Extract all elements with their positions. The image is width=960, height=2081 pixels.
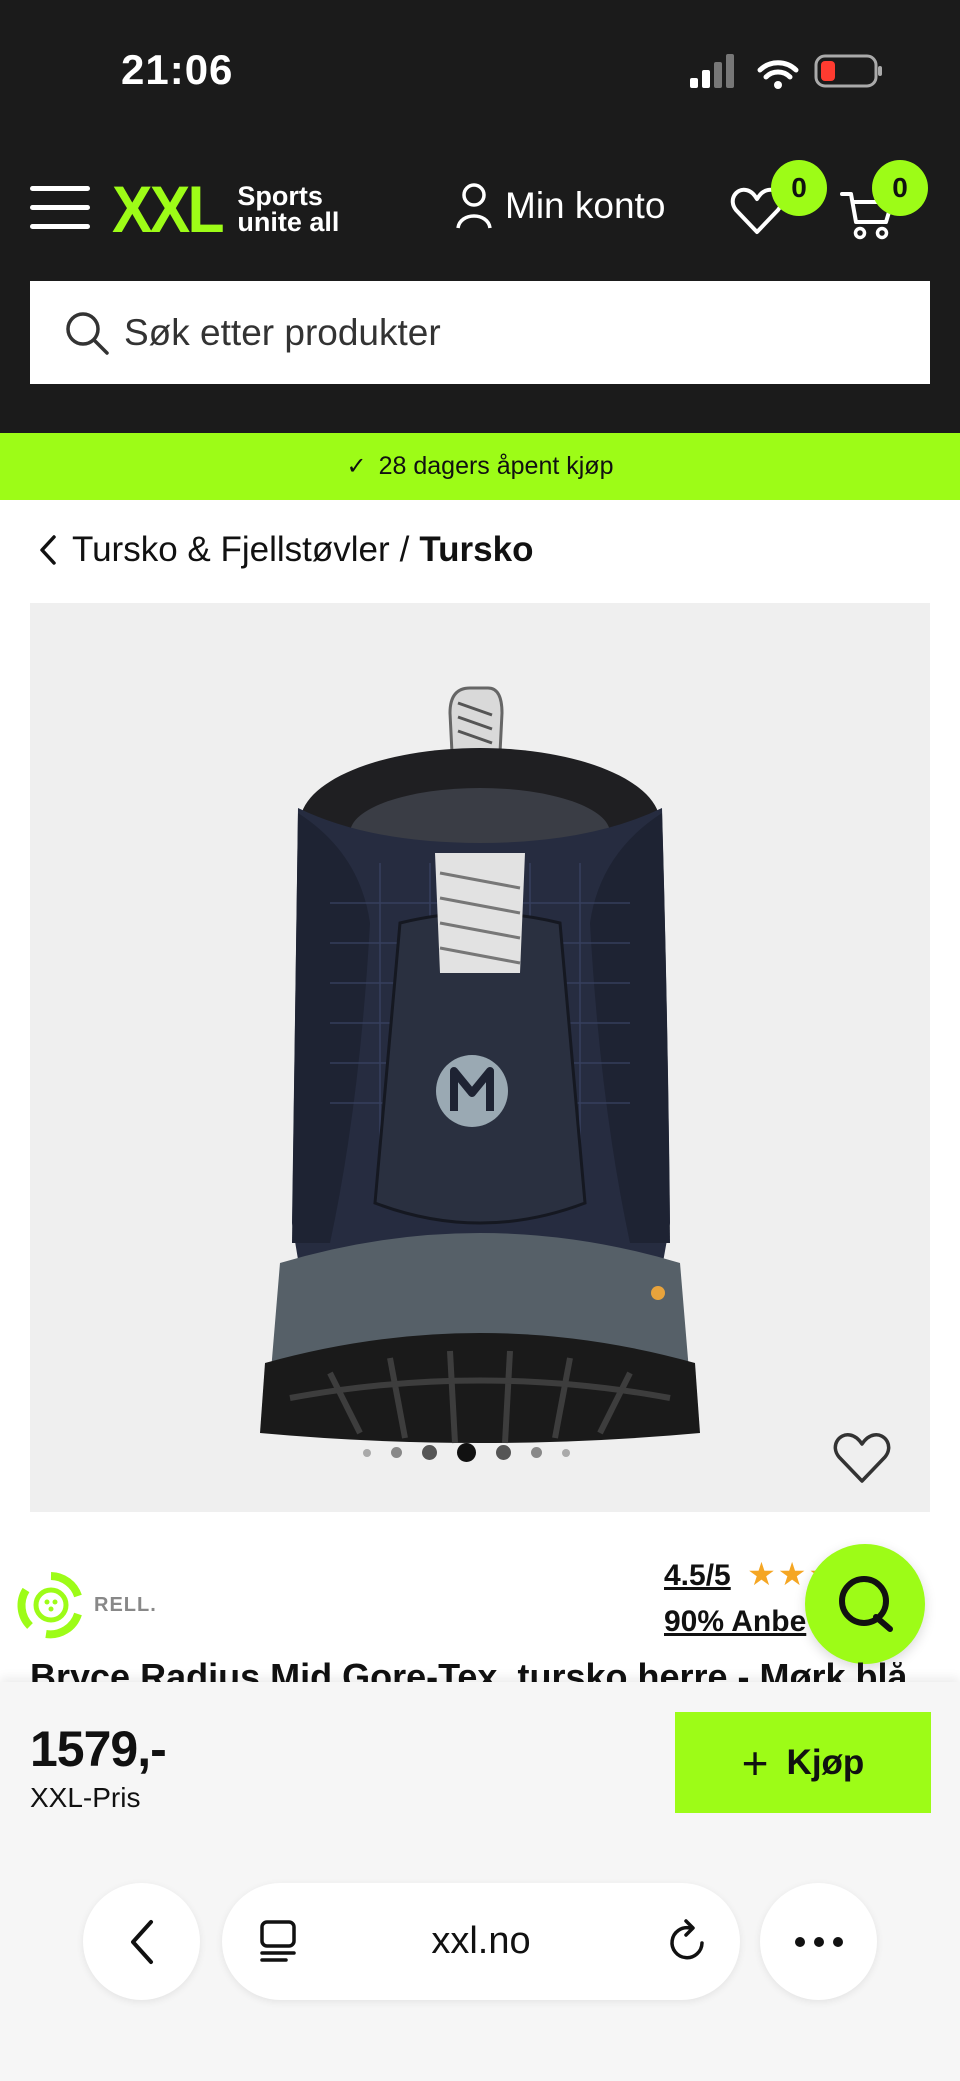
carousel-dot[interactable] <box>391 1447 402 1458</box>
signal-wifi-battery-icon <box>690 54 882 89</box>
promo-banner: ✓ 28 dagers åpent kjøp <box>0 433 960 500</box>
promo-text: 28 dagers åpent kjøp <box>378 452 614 480</box>
browser-back-button[interactable] <box>83 1883 200 2000</box>
xxl-logo[interactable]: XXL Sports unite all <box>112 174 339 244</box>
user-icon <box>456 183 492 229</box>
more-options-button[interactable] <box>760 1883 877 2000</box>
carousel-dot[interactable] <box>363 1448 371 1457</box>
search-icon <box>66 311 109 355</box>
price-label: XXL-Pris <box>30 1782 141 1813</box>
price: 1579,- <box>30 1721 167 1777</box>
carousel-dot[interactable] <box>562 1448 570 1457</box>
status-icons <box>686 52 886 92</box>
account-link[interactable]: Min konto <box>455 182 665 230</box>
chevron-left-icon[interactable] <box>38 534 58 566</box>
reload-icon[interactable] <box>666 1917 710 1970</box>
logo-tagline: Sports unite all <box>237 183 340 237</box>
search-input[interactable]: Søk etter produkter <box>30 281 930 384</box>
reader-icon[interactable] <box>258 1919 298 1968</box>
status-time: 21:06 <box>121 46 234 93</box>
plus-icon: + <box>741 1736 769 1789</box>
carousel-dot-active[interactable] <box>457 1443 476 1462</box>
ellipsis-icon <box>794 1936 843 1947</box>
wishlist-count-badge: 0 <box>771 160 827 216</box>
address-bar[interactable]: xxl.no <box>222 1883 740 2000</box>
breadcrumb-current[interactable]: Tursko <box>419 530 533 570</box>
url-text: xxl.no <box>431 1920 531 1962</box>
chat-button[interactable] <box>805 1544 925 1664</box>
breadcrumb-separator: / <box>399 530 410 569</box>
carousel-dots <box>363 1443 590 1462</box>
product-title-text: Bryce Radius Mid Gore-Tex, tursko herre … <box>30 1662 908 1684</box>
chat-icon <box>839 1576 893 1632</box>
buy-label: Kjøp <box>786 1742 865 1782</box>
logo-tagline-line2: unite all <box>237 207 340 237</box>
product-title: Bryce Radius Mid Gore-Tex, tursko herre … <box>30 1662 930 1684</box>
breadcrumb: Tursko & Fjellstøvler / Tursko <box>38 530 533 570</box>
heart-outline-icon <box>833 1433 891 1483</box>
brand-logo-text[interactable]: RELL. <box>94 1594 157 1617</box>
cart-count-badge: 0 <box>872 160 928 216</box>
breadcrumb-parent[interactable]: Tursko & Fjellstøvler <box>72 530 390 570</box>
chevron-left-icon <box>130 1919 153 1964</box>
logo-mark: XXL <box>112 172 225 246</box>
brand-row: RELL. <box>16 1570 157 1640</box>
product-image[interactable] <box>30 603 930 1512</box>
check-icon: ✓ <box>346 453 367 480</box>
add-to-wishlist-button[interactable] <box>832 1430 892 1491</box>
carousel-dot[interactable] <box>422 1445 437 1460</box>
account-label: Min konto <box>505 185 666 226</box>
carousel-dot[interactable] <box>496 1445 511 1460</box>
search-placeholder: Søk etter produkter <box>124 311 441 353</box>
rating-score[interactable]: 4.5/5 <box>664 1559 731 1592</box>
site-header: 21:06 XXL Sports unite all Min konto 0 0… <box>0 0 960 433</box>
buy-button[interactable]: + Kjøp <box>675 1712 931 1813</box>
carousel-dot[interactable] <box>531 1447 542 1458</box>
menu-icon[interactable] <box>30 186 90 230</box>
boot-image <box>260 686 700 1444</box>
sustainability-icon <box>17 1572 82 1639</box>
buy-bar: 1579,- XXL-Pris + Kjøp xxl.no <box>0 1682 960 2081</box>
